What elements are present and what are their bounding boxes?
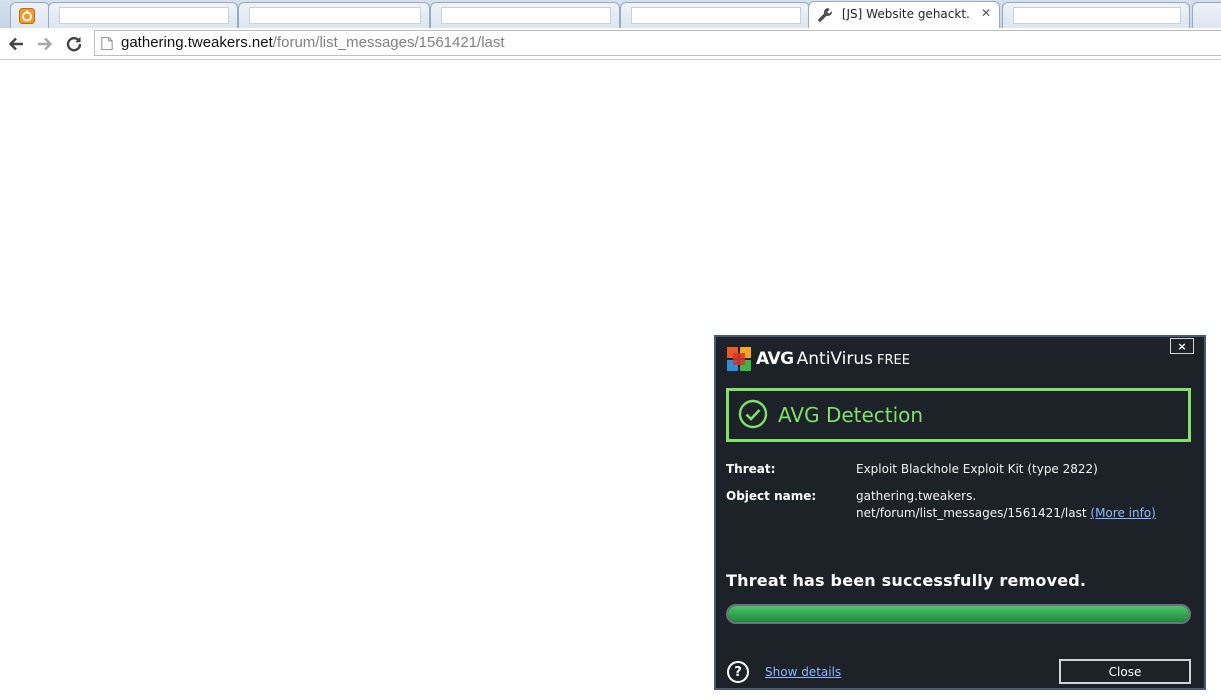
reload-button[interactable] [62,32,86,56]
forward-arrow-icon [38,37,53,51]
tab-4[interactable] [620,2,810,28]
close-button-label: Close [1108,664,1142,679]
address-url: gathering.tweakers.net/forum/list_messag… [121,34,505,51]
object-name-line-2: net/forum/list_messages/1561421/last (Mo… [856,505,1156,522]
brand-edition: FREE [877,353,910,368]
tab-2[interactable] [238,2,430,28]
avg-brand: AVG AntiVirus FREE [756,349,910,369]
brand-main: AVG [756,349,794,369]
tab-title [631,7,801,24]
reload-icon [66,36,82,52]
tab-title [441,7,611,24]
app-favicon-icon [19,8,35,24]
status-message: Threat has been successfully removed. [726,571,1087,590]
tab-pinned-1[interactable] [10,2,50,28]
help-glyph: ? [734,664,742,680]
help-icon[interactable]: ? [727,661,749,683]
url-path: /forum/list_messages/1561421/last [272,34,505,51]
show-details-link[interactable]: Show details [765,665,841,679]
object-name-path: net/forum/list_messages/1561421/last [856,506,1087,520]
address-bar[interactable]: gathering.tweakers.net/forum/list_messag… [94,30,1221,56]
object-name-label: Object name: [726,489,817,503]
object-name-line-1: gathering.tweakers. [856,489,977,503]
brand-product: AntiVirus [796,349,874,369]
forward-button[interactable] [33,32,57,56]
tab-6[interactable] [1002,2,1190,28]
tab-title: [JS] Website gehackt. Wat [841,7,970,21]
avg-detection-popup: × AVG AntiVirus FREE AVG Detection Threat:… [714,335,1206,690]
tab-title [249,7,421,24]
page-icon [101,37,113,50]
tab-strip: [JS] Website gehackt. Wat ✕ [0,0,1221,28]
progress-fill [728,606,1189,622]
close-icon: × [1177,339,1187,353]
tab-1[interactable] [48,2,238,28]
close-button[interactable]: Close [1059,659,1191,684]
tab-3[interactable] [430,2,620,28]
threat-value: Exploit Blackhole Exploit Kit (type 2822… [856,462,1098,476]
wrench-icon [818,8,832,22]
popup-close-button[interactable]: × [1170,338,1194,354]
avg-logo-icon [727,347,751,371]
url-host: gathering.tweakers.net [121,34,273,51]
tab-title [1013,7,1181,24]
browser-toolbar: gathering.tweakers.net/forum/list_messag… [0,28,1221,60]
tab-close-icon[interactable]: ✕ [981,6,991,20]
tab-active[interactable]: [JS] Website gehackt. Wat ✕ [808,1,1000,28]
check-circle-icon [738,399,768,429]
threat-label: Threat: [726,462,776,476]
object-name-value: gathering.tweakers. net/forum/list_messa… [856,488,1156,522]
detection-title: AVG Detection [778,403,924,427]
removal-progress-bar [726,604,1191,624]
back-button[interactable] [4,32,28,56]
detection-banner: AVG Detection [726,388,1191,442]
back-arrow-icon [8,37,23,51]
tab-title [59,7,229,24]
tab-7[interactable] [1192,2,1221,28]
more-info-link[interactable]: (More info) [1090,506,1155,520]
